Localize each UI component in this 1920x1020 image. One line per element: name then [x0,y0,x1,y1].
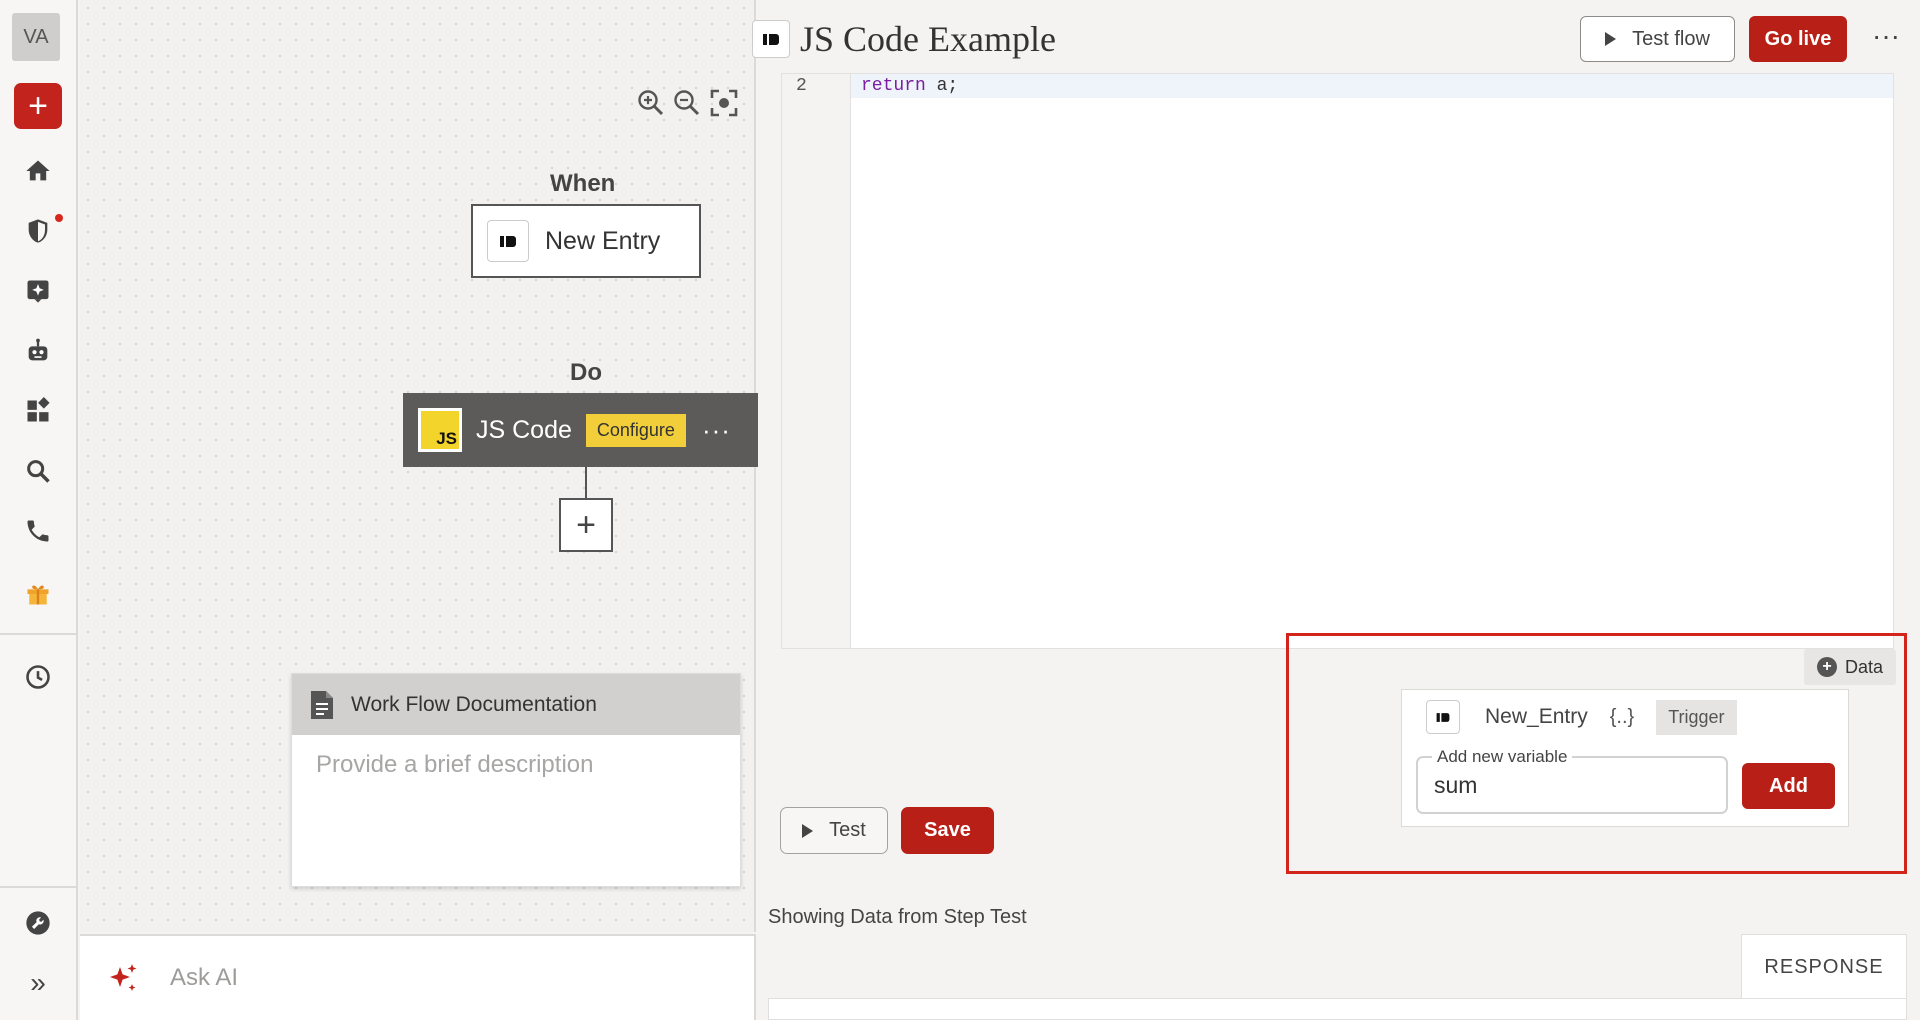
zoom-out-icon[interactable] [672,88,702,118]
sidebar-divider-bottom [0,886,78,888]
code-text: a; [925,76,959,96]
play-icon [802,823,814,838]
app-logo-icon [1426,700,1460,734]
gift-icon[interactable] [19,575,57,613]
search-icon[interactable] [19,452,57,490]
zoom-in-icon[interactable] [636,88,666,118]
when-label: When [550,170,616,197]
tool-icon[interactable] [19,904,57,942]
create-button[interactable]: + [14,83,62,129]
configure-badge[interactable]: Configure [585,413,686,447]
do-label: Do [570,359,602,386]
document-icon [311,690,333,719]
add-variable-button[interactable]: Add [1742,763,1835,809]
variable-source-name[interactable]: New_Entry [1485,705,1588,729]
step-test-heading: Showing Data from Step Test [768,906,1027,928]
play-icon [1605,32,1617,46]
trigger-node[interactable]: New Entry [471,204,701,278]
step-connector [585,467,587,499]
notification-dot [55,214,63,222]
home-icon[interactable] [19,152,57,190]
test-flow-label: Test flow [1632,27,1710,50]
phone-icon[interactable] [19,512,57,550]
documentation-header: Work Flow Documentation [292,674,740,735]
more-options-icon[interactable]: ··· [1872,22,1900,50]
test-flow-button[interactable]: Test flow [1580,16,1735,62]
object-braces-icon[interactable]: {..} [1610,706,1634,729]
trigger-tag: Trigger [1656,699,1737,735]
history-icon[interactable] [19,658,57,696]
trigger-name: New Entry [545,226,661,255]
test-step-label: Test [829,819,866,841]
action-name: JS Code [476,415,572,444]
new-variable-input[interactable] [1434,772,1714,799]
flow-title-bar: JS Code Example [752,18,1056,60]
app-logo-icon [487,220,529,262]
code-keyword: return [861,76,926,96]
ask-ai-input[interactable]: Ask AI [170,964,238,992]
code-line[interactable]: return a; [851,74,1893,98]
line-gutter: 2 [782,74,851,648]
fit-view-icon[interactable] [709,88,739,118]
new-variable-label: Add new variable [1432,747,1573,767]
robot-icon[interactable] [19,332,57,370]
ai-sparkle-icon [110,964,137,991]
test-step-button[interactable]: Test [780,807,888,854]
javascript-logo-icon: JS [418,408,462,452]
save-button[interactable]: Save [901,807,994,854]
expand-icon[interactable]: » [19,964,57,1002]
action-more-icon[interactable]: ··· [702,417,731,443]
widgets-icon[interactable] [19,392,57,430]
app-logo-icon [752,20,790,58]
add-circle-icon: + [1816,657,1837,677]
code-editor[interactable]: 2 return a; [781,73,1894,649]
data-button-label: Data [1844,656,1884,677]
documentation-description-field[interactable]: Provide a brief description [292,735,740,779]
workflow-canvas[interactable]: When New Entry Do JS JS Code Configure ·… [80,0,770,932]
add-step-button[interactable]: + [559,498,613,552]
user-avatar[interactable]: VA [12,13,60,61]
sidebar-divider [0,633,78,635]
response-tab[interactable]: RESPONSE [1741,934,1907,1000]
page-title[interactable]: JS Code Example [800,18,1056,60]
documentation-card[interactable]: Work Flow Documentation Provide a brief … [291,673,741,887]
documentation-title: Work Flow Documentation [351,692,597,716]
go-live-button[interactable]: Go live [1749,16,1847,62]
shield-icon[interactable] [19,212,57,250]
variable-panel: New_Entry {..} Trigger Add new variable … [1401,689,1849,827]
response-area [768,998,1907,1020]
action-node[interactable]: JS JS Code Configure ··· [403,393,770,467]
sparkle-icon[interactable] [19,272,57,310]
new-variable-field[interactable]: Add new variable [1416,747,1728,814]
line-number: 2 [796,76,807,96]
ask-ai-bar[interactable]: Ask AI [80,934,756,1020]
data-button[interactable]: + Data [1804,649,1896,685]
app-sidebar: VA + » [0,0,78,1020]
js-logo-text: JS [436,429,457,448]
variable-source-row: New_Entry {..} Trigger [1402,690,1848,744]
